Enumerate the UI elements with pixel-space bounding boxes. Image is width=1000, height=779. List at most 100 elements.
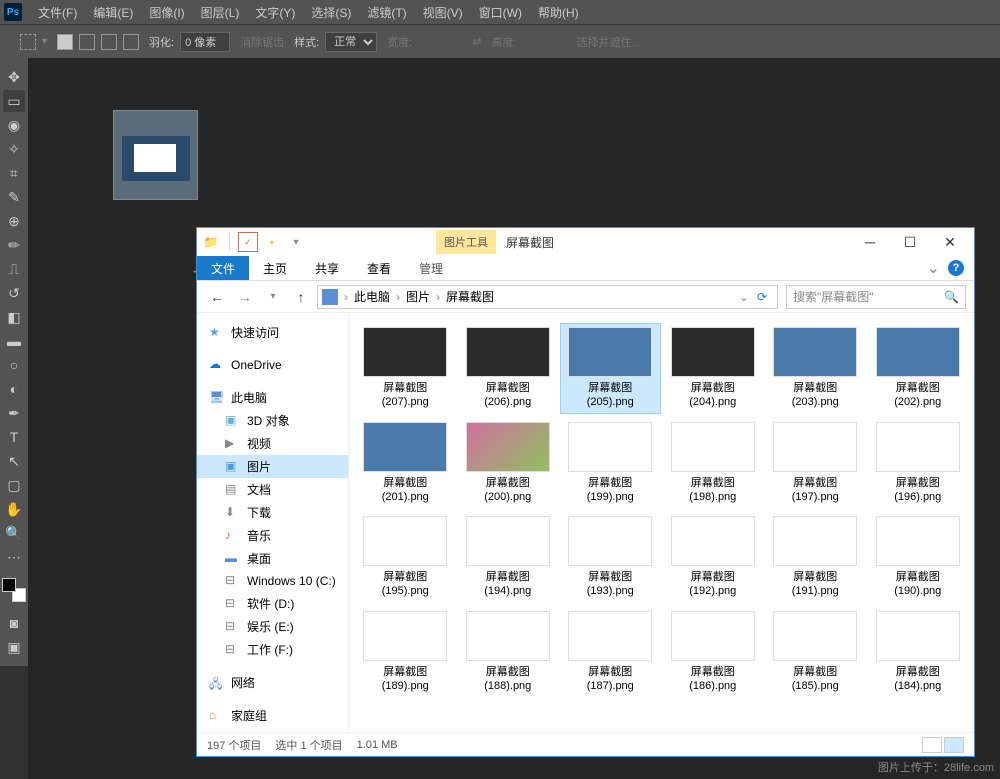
file-item[interactable]: 屏幕截图(195).png <box>355 512 456 603</box>
file-item[interactable]: 屏幕截图(202).png <box>868 323 969 414</box>
wand-tool[interactable]: ✧ <box>3 138 25 160</box>
breadcrumb-seg-1[interactable]: 图片 <box>402 288 434 305</box>
qat-dropdown-icon[interactable]: ▾ <box>286 232 306 252</box>
marquee-tool[interactable]: ▭ <box>3 90 25 112</box>
file-item[interactable]: 屏幕截图(197).png <box>765 418 866 509</box>
sidebar-documents[interactable]: ▤文档 <box>197 478 348 501</box>
foreground-color[interactable] <box>2 578 16 592</box>
move-tool[interactable]: ✥ <box>3 66 25 88</box>
file-item[interactable]: 屏幕截图(191).png <box>765 512 866 603</box>
color-swatches[interactable] <box>2 578 26 602</box>
tab-view[interactable]: 查看 <box>353 256 405 280</box>
folder-icon[interactable]: 📁 <box>201 232 221 252</box>
breadcrumb-dropdown-icon[interactable]: ⌄ <box>739 290 749 304</box>
lasso-tool[interactable]: ◉ <box>3 114 25 136</box>
shape-tool[interactable]: ▢ <box>3 474 25 496</box>
menu-edit[interactable]: 编辑(E) <box>85 4 141 21</box>
sidebar-onedrive[interactable]: ☁OneDrive <box>197 354 348 376</box>
file-item[interactable]: 屏幕截图(189).png <box>355 607 456 698</box>
breadcrumb-seg-2[interactable]: 屏幕截图 <box>442 288 498 305</box>
eraser-tool[interactable]: ◧ <box>3 306 25 328</box>
file-item[interactable]: 屏幕截图(196).png <box>868 418 969 509</box>
sidebar-thispc[interactable]: 🖥此电脑 <box>197 386 348 409</box>
file-item[interactable]: 屏幕截图(194).png <box>458 512 559 603</box>
file-item[interactable]: 屏幕截图(186).png <box>663 607 764 698</box>
file-item[interactable]: 屏幕截图(184).png <box>868 607 969 698</box>
file-item[interactable]: 屏幕截图(188).png <box>458 607 559 698</box>
nav-fwd-button[interactable]: → <box>233 285 257 309</box>
file-grid[interactable]: 屏幕截图(207).png 屏幕截图(206).png 屏幕截图(205).pn… <box>349 313 974 732</box>
path-select-tool[interactable]: ↖ <box>3 450 25 472</box>
quickmask-tool[interactable]: ◙ <box>3 612 25 634</box>
style-select[interactable]: 正常 <box>325 32 377 52</box>
menu-view[interactable]: 视图(V) <box>415 4 471 21</box>
file-item[interactable]: 屏幕截图(203).png <box>765 323 866 414</box>
marquee-tool-icon[interactable] <box>20 34 36 50</box>
pen-tool[interactable]: ✒ <box>3 402 25 424</box>
screenmode-tool[interactable]: ▣ <box>3 636 25 658</box>
close-button[interactable]: ✕ <box>930 229 970 255</box>
brush-tool[interactable]: ✏ <box>3 234 25 256</box>
sidebar-drive-f[interactable]: ⊟工作 (F:) <box>197 638 348 661</box>
selection-subtract-icon[interactable] <box>101 34 117 50</box>
file-item[interactable]: 屏幕截图(200).png <box>458 418 559 509</box>
tab-manage[interactable]: 管理 <box>405 256 457 280</box>
feather-input[interactable] <box>180 32 230 52</box>
file-item[interactable]: 屏幕截图(187).png <box>560 607 661 698</box>
sidebar-video[interactable]: ▶视频 <box>197 432 348 455</box>
sidebar-3d[interactable]: ▣3D 对象 <box>197 409 348 432</box>
file-item[interactable]: 屏幕截图(201).png <box>355 418 456 509</box>
file-item[interactable]: 屏幕截图(204).png <box>663 323 764 414</box>
selection-intersect-icon[interactable] <box>123 34 139 50</box>
qat-properties-icon[interactable]: ✓ <box>238 232 258 252</box>
menu-select[interactable]: 选择(S) <box>303 4 359 21</box>
sidebar-network[interactable]: 🖧网络 <box>197 671 348 694</box>
file-item[interactable]: 屏幕截图(193).png <box>560 512 661 603</box>
hand-tool[interactable]: ✋ <box>3 498 25 520</box>
type-tool[interactable]: T <box>3 426 25 448</box>
help-icon[interactable]: ? <box>948 260 964 276</box>
file-item[interactable]: 屏幕截图(190).png <box>868 512 969 603</box>
heal-tool[interactable]: ⊕ <box>3 210 25 232</box>
menu-filter[interactable]: 滤镜(T) <box>359 4 414 21</box>
sidebar-homegroup[interactable]: ⌂家庭组 <box>197 704 348 727</box>
file-item[interactable]: 屏幕截图(205).png <box>560 323 661 414</box>
file-item[interactable]: 屏幕截图(192).png <box>663 512 764 603</box>
stamp-tool[interactable]: ⎍ <box>3 258 25 280</box>
nav-up-button[interactable]: ↑ <box>289 285 313 309</box>
dodge-tool[interactable]: ◐ <box>3 378 25 400</box>
tab-share[interactable]: 共享 <box>301 256 353 280</box>
file-item[interactable]: 屏幕截图(198).png <box>663 418 764 509</box>
crop-tool[interactable]: ⌗ <box>3 162 25 184</box>
menu-layer[interactable]: 图层(L) <box>193 4 248 21</box>
history-brush-tool[interactable]: ↺ <box>3 282 25 304</box>
gradient-tool[interactable]: ▬ <box>3 330 25 352</box>
nav-history-icon[interactable]: ▾ <box>261 285 285 309</box>
sidebar-drive-c[interactable]: ⊟Windows 10 (C:) <box>197 570 348 592</box>
search-input[interactable]: 搜索"屏幕截图" 🔍 <box>786 285 966 309</box>
selection-add-icon[interactable] <box>79 34 95 50</box>
selection-new-icon[interactable] <box>57 34 73 50</box>
sidebar-drive-d[interactable]: ⊟软件 (D:) <box>197 592 348 615</box>
qat-newfolder-icon[interactable]: ▪ <box>262 232 282 252</box>
sidebar-drive-e[interactable]: ⊟娱乐 (E:) <box>197 615 348 638</box>
maximize-button[interactable]: ☐ <box>890 229 930 255</box>
view-icons-button[interactable] <box>944 737 964 753</box>
menu-file[interactable]: 文件(F) <box>30 4 85 21</box>
sidebar-pictures[interactable]: ▣图片 <box>197 455 348 478</box>
minimize-button[interactable]: ─ <box>850 229 890 255</box>
sidebar-downloads[interactable]: ⬇下载 <box>197 501 348 524</box>
more-tools[interactable]: ⋯ <box>3 546 25 568</box>
ribbon-expand-icon[interactable]: ⌄ <box>927 258 940 278</box>
sidebar-music[interactable]: ♪音乐 <box>197 524 348 547</box>
blur-tool[interactable]: ○ <box>3 354 25 376</box>
explorer-titlebar[interactable]: 📁 ✓ ▪ ▾ 图片工具 屏幕截图 ─ ☐ ✕ <box>197 228 974 256</box>
menu-type[interactable]: 文字(Y) <box>247 4 303 21</box>
file-item[interactable]: 屏幕截图(185).png <box>765 607 866 698</box>
file-item[interactable]: 屏幕截图(206).png <box>458 323 559 414</box>
zoom-tool[interactable]: 🔍 <box>3 522 25 544</box>
file-item[interactable]: 屏幕截图(199).png <box>560 418 661 509</box>
view-details-button[interactable] <box>922 737 942 753</box>
tab-home[interactable]: 主页 <box>249 256 301 280</box>
tab-file[interactable]: 文件 <box>197 256 249 280</box>
